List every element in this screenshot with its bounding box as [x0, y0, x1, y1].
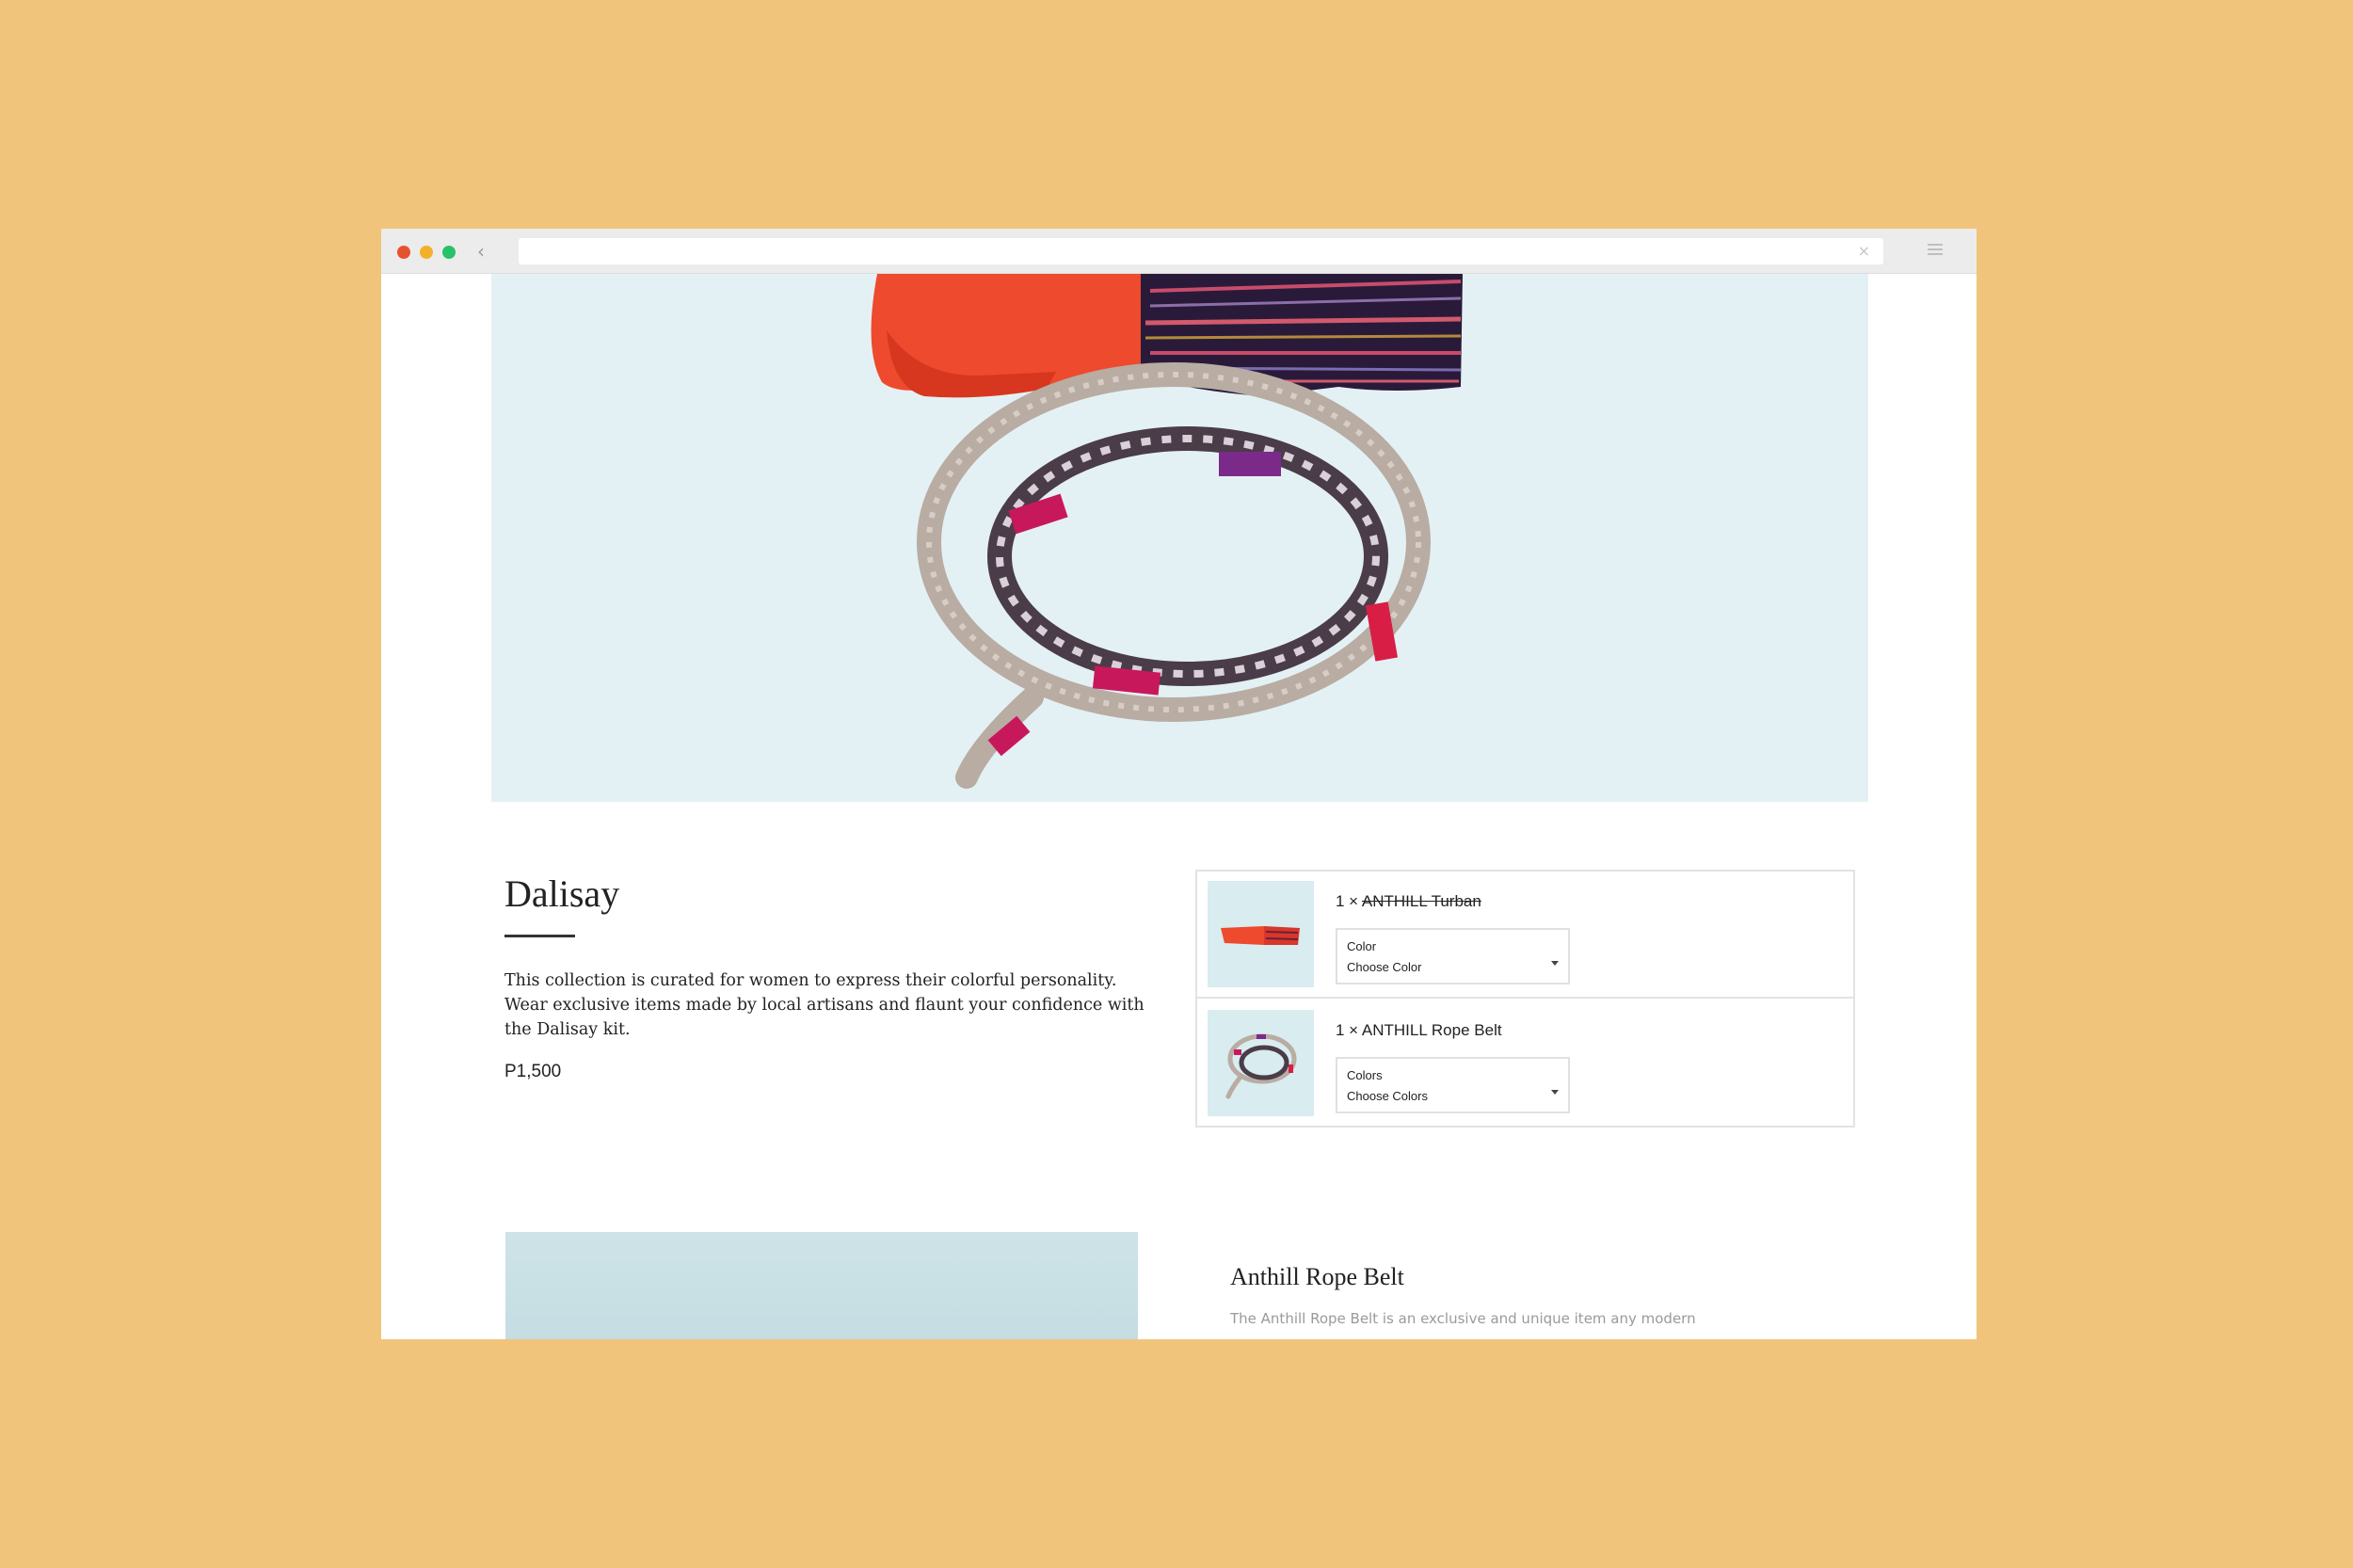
turban-name: ANTHILL Turban	[1361, 892, 1481, 910]
kit-price: P1,500	[504, 1062, 562, 1081]
rope-belt-colors-select[interactable]: Colors Choose Colors	[1336, 1057, 1570, 1113]
hamburger-menu-icon[interactable]	[1928, 244, 1943, 257]
rope-belt-quantity: 1 ×	[1336, 1021, 1359, 1039]
turban-color-select[interactable]: Color Choose Color	[1336, 928, 1570, 984]
rope-belt-product-image	[505, 1232, 1138, 1339]
chevron-down-icon	[1551, 1090, 1559, 1095]
turban-thumbnail[interactable]	[1208, 881, 1314, 987]
chevron-down-icon	[1551, 961, 1559, 966]
close-window-button[interactable]	[397, 246, 410, 259]
rope-belt-thumbnail[interactable]	[1208, 1010, 1314, 1116]
page-content: Dalisay This collection is curated for w…	[381, 274, 1977, 1339]
clear-url-icon[interactable]: ×	[1858, 241, 1870, 262]
hero-product-image	[491, 274, 1868, 802]
maximize-window-button[interactable]	[442, 246, 456, 259]
rope-belt-colors-value: Choose Colors	[1347, 1089, 1428, 1103]
turban-quantity: 1 ×	[1336, 892, 1359, 910]
browser-window: ‹ × Dalisay This collection is curated f…	[381, 229, 1977, 1339]
turban-color-label: Color	[1347, 939, 1377, 953]
back-arrow-icon[interactable]: ‹	[477, 239, 498, 264]
kit-item-rope-belt: 1 × ANTHILL Rope Belt Colors Choose Colo…	[1197, 1000, 1853, 1128]
kit-title: Dalisay	[504, 872, 620, 915]
rope-belt-line: 1 × ANTHILL Rope Belt	[1336, 1021, 1502, 1040]
turban-line: 1 × ANTHILL Turban	[1336, 892, 1481, 911]
address-bar[interactable]: ×	[519, 238, 1883, 264]
rope-belt-name: ANTHILL Rope Belt	[1361, 1021, 1502, 1039]
minimize-window-button[interactable]	[420, 246, 433, 259]
kit-items-panel: 1 × ANTHILL Turban Color Choose Color 1 …	[1195, 870, 1855, 1128]
kit-description: This collection is curated for women to …	[504, 971, 1144, 1039]
product-section-description: The Anthill Rope Belt is an exclusive an…	[1230, 1310, 1696, 1327]
rope-belt-colors-label: Colors	[1347, 1068, 1383, 1082]
turban-color-value: Choose Color	[1347, 960, 1422, 974]
title-divider	[504, 935, 575, 937]
browser-titlebar: ‹ ×	[381, 229, 1977, 274]
kit-item-turban: 1 × ANTHILL Turban Color Choose Color	[1197, 872, 1853, 999]
product-section-title: Anthill Rope Belt	[1230, 1263, 1404, 1290]
